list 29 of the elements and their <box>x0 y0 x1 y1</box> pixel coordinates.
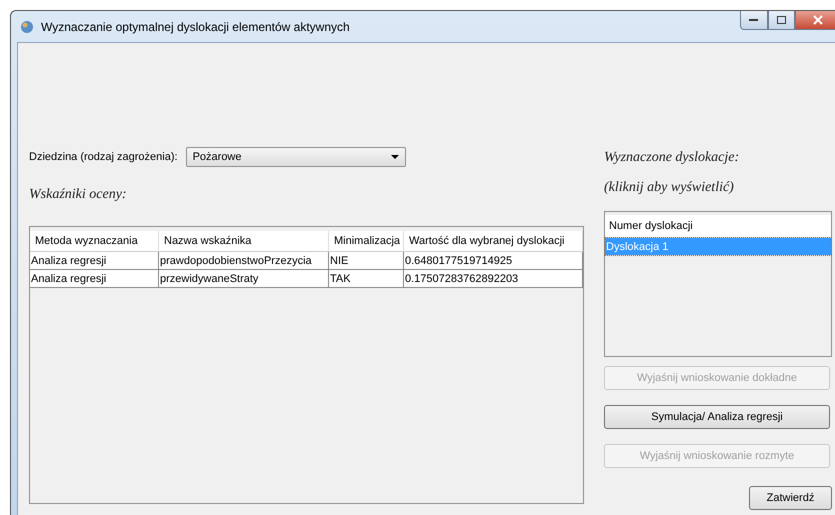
column-header[interactable]: Minimalizacja <box>329 231 404 252</box>
table-cell: TAK <box>329 270 404 288</box>
close-button[interactable] <box>795 11 835 30</box>
table-cell: prawdopodobienstwoPrzezycia <box>159 252 329 270</box>
indicators-heading: Wskaźniki oceny: <box>29 187 128 203</box>
table-cell: 0.17507283762892203 <box>404 270 583 288</box>
column-header[interactable]: Nazwa wskaźnika <box>159 231 329 252</box>
confirm-button[interactable]: Zatwierdź <box>749 486 832 510</box>
table-cell: przewidywaneStraty <box>159 270 329 288</box>
close-icon <box>813 15 823 25</box>
domain-dropdown[interactable]: Pożarowe <box>186 147 406 167</box>
minimize-icon <box>749 18 759 22</box>
domain-label: Dziedzina (rodzaj zagrożenia): <box>29 151 178 163</box>
maximize-button[interactable] <box>768 11 795 30</box>
dislocations-hint: (kliknij aby wyświetlić) <box>604 180 735 196</box>
table-cell: Analiza regresji <box>30 252 159 270</box>
column-header[interactable]: Numer dyslokacji <box>605 215 831 238</box>
column-header[interactable]: Wartość dla wybranej dyslokacji <box>404 231 583 252</box>
table-cell: NIE <box>329 252 404 270</box>
window-title: Wyznaczanie optymalnej dyslokacji elementów aktywnych <box>41 20 350 34</box>
maximize-icon <box>776 16 786 24</box>
action-button[interactable]: Symulacja/ Analiza regresji <box>604 405 830 429</box>
app-icon <box>19 18 35 34</box>
caret-icon <box>390 155 399 159</box>
table-cell: 0.6480177519714925 <box>404 252 583 270</box>
column-header[interactable]: Metoda wyznaczania <box>30 231 159 252</box>
minimize-button[interactable] <box>740 11 768 30</box>
dislocations-heading: Wyznaczone dyslokacje: <box>604 150 740 166</box>
table-cell: Analiza regresji <box>30 270 159 288</box>
